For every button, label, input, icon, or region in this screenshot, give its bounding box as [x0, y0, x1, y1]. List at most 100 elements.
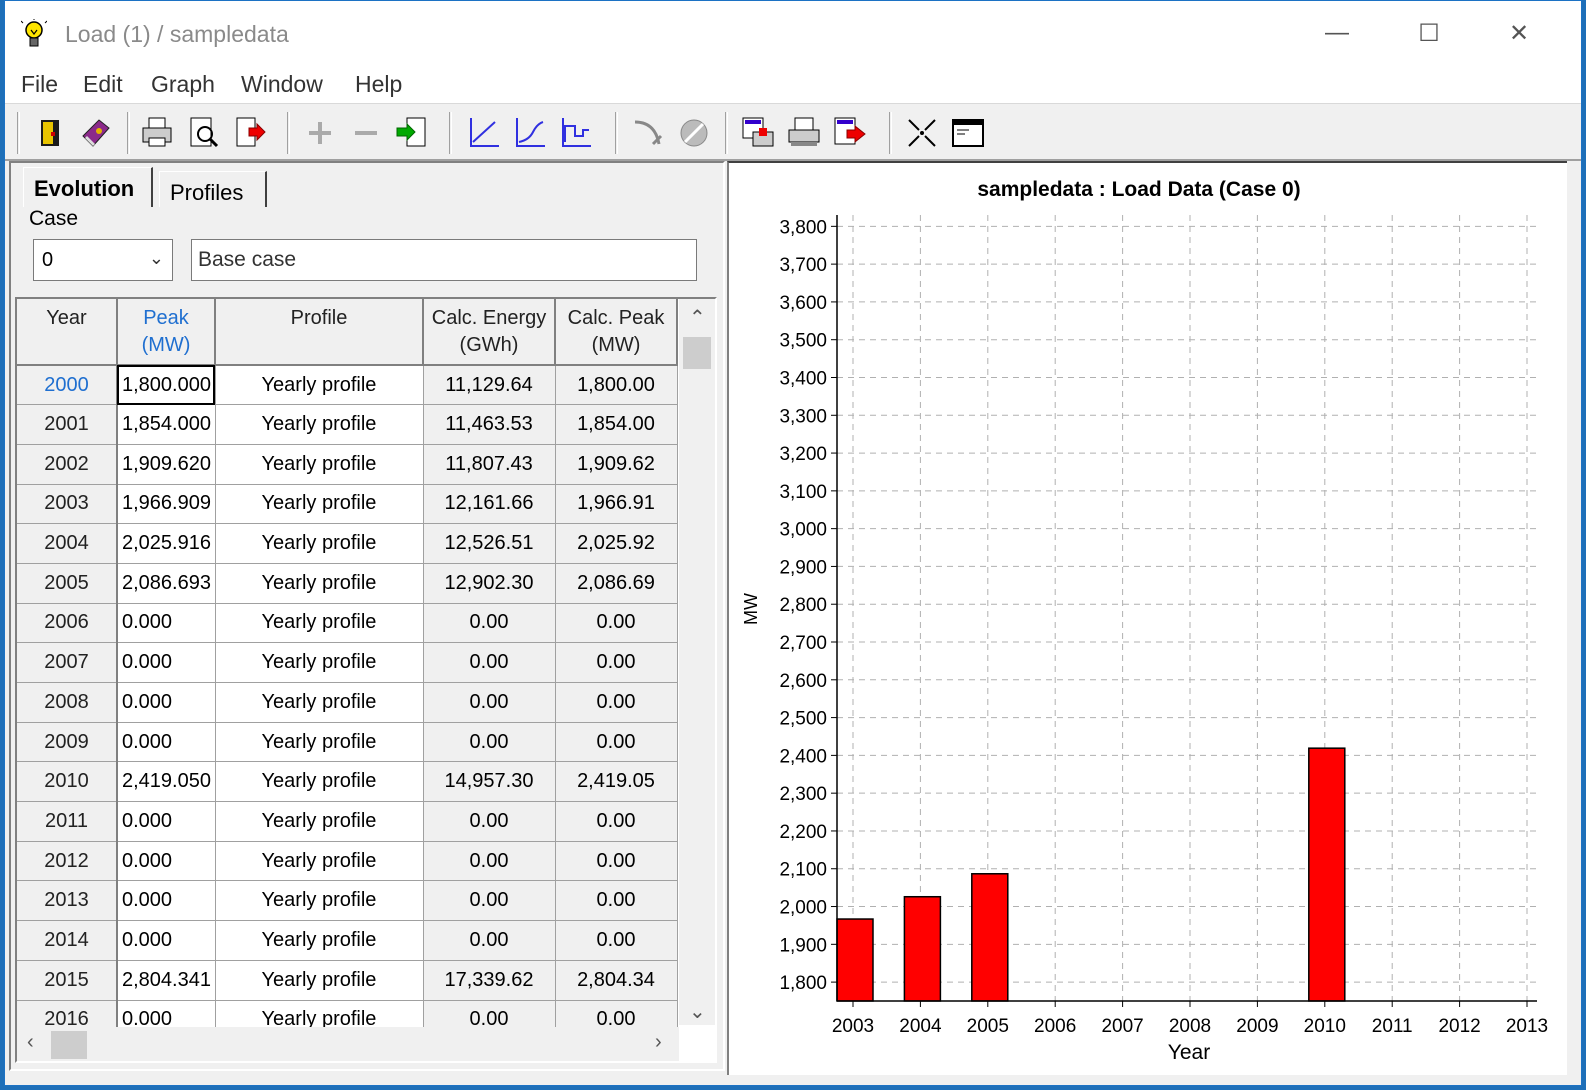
chart-bar[interactable]: [903, 895, 942, 1002]
table-row[interactable]: 2002 1,909.620 Yearly profile 11,807.43 1,90…: [17, 444, 678, 485]
tab-profiles[interactable]: Profiles: [159, 171, 267, 207]
printer-icon[interactable]: [785, 114, 823, 152]
menu-window[interactable]: Window: [241, 71, 323, 98]
header-calc-energy[interactable]: Calc. Energy (GWh): [423, 299, 556, 366]
table-row[interactable]: 2012 0.000 Yearly profile 0.00 0.00: [17, 841, 678, 882]
table-row[interactable]: 2001 1,854.000 Yearly profile 11,463.53 1,85…: [17, 404, 678, 445]
profile-cell[interactable]: Yearly profile: [215, 960, 424, 1001]
case-label: Case: [29, 207, 79, 230]
peak-cell[interactable]: 2,419.050: [117, 761, 216, 803]
area-graph-icon[interactable]: [511, 114, 549, 152]
profile-cell[interactable]: Yearly profile: [215, 682, 424, 723]
peak-cell[interactable]: 1,800.000: [117, 365, 216, 406]
table-row[interactable]: 2007 0.000 Yearly profile 0.00 0.00: [17, 642, 678, 683]
chart-bar[interactable]: [836, 918, 874, 1002]
profile-cell[interactable]: Yearly profile: [215, 563, 424, 604]
window-icon[interactable]: [949, 114, 987, 152]
profile-cell[interactable]: Yearly profile: [215, 801, 424, 842]
peak-cell[interactable]: 0.000: [117, 642, 216, 683]
profile-cell[interactable]: Yearly profile: [215, 603, 424, 644]
table-row[interactable]: 2013 0.000 Yearly profile 0.00 0.00: [17, 880, 678, 922]
scroll-down-icon[interactable]: ⌄: [689, 999, 706, 1024]
profile-cell[interactable]: Yearly profile: [215, 642, 424, 683]
import-icon[interactable]: [393, 114, 431, 152]
exit-icon[interactable]: [31, 114, 69, 152]
print-preview-icon[interactable]: [185, 114, 223, 152]
peak-cell[interactable]: 0.000: [117, 880, 216, 922]
horizontal-scroll-thumb[interactable]: [51, 1031, 87, 1059]
book-icon[interactable]: [77, 114, 115, 152]
print-icon[interactable]: [139, 114, 177, 152]
step-graph-icon[interactable]: [557, 114, 595, 152]
export-report-icon[interactable]: [831, 114, 869, 152]
export-icon[interactable]: [231, 114, 269, 152]
table-row[interactable]: 2014 0.000 Yearly profile 0.00 0.00: [17, 920, 678, 961]
vertical-scroll-thumb[interactable]: [683, 337, 711, 369]
calc-peak-cell: 0.00: [555, 880, 678, 922]
tab-evolution[interactable]: Evolution: [23, 167, 153, 207]
peak-cell[interactable]: 1,909.620: [117, 444, 216, 485]
header-profile[interactable]: Profile: [215, 299, 424, 366]
stop-icon[interactable]: [675, 114, 713, 152]
table-row[interactable]: 2004 2,025.916 Yearly profile 12,526.51 2,02…: [17, 523, 678, 564]
profile-cell[interactable]: Yearly profile: [215, 761, 424, 803]
maximize-button[interactable]: ☐: [1399, 13, 1459, 53]
menu-graph[interactable]: Graph: [151, 71, 215, 98]
profile-cell[interactable]: Yearly profile: [215, 404, 424, 445]
chart-axes: [836, 215, 1537, 1002]
case-description-field[interactable]: Base case: [191, 239, 697, 281]
chart-bar[interactable]: [971, 873, 1009, 1002]
minimize-button[interactable]: —: [1307, 13, 1367, 53]
table-row[interactable]: 2009 0.000 Yearly profile 0.00 0.00: [17, 722, 678, 763]
header-peak[interactable]: Peak (MW): [117, 299, 216, 366]
chart-bar[interactable]: [1308, 747, 1346, 1002]
peak-cell[interactable]: 0.000: [117, 801, 216, 842]
profile-cell[interactable]: Yearly profile: [215, 920, 424, 961]
profile-cell[interactable]: Yearly profile: [215, 722, 424, 763]
remove-icon[interactable]: [347, 114, 385, 152]
table-row[interactable]: 2015 2,804.341 Yearly profile 17,339.62 2,80…: [17, 960, 678, 1001]
peak-cell[interactable]: 0.000: [117, 722, 216, 763]
profile-cell[interactable]: Yearly profile: [215, 365, 424, 406]
scroll-right-icon[interactable]: ›: [655, 1031, 662, 1054]
close-button[interactable]: ✕: [1489, 13, 1549, 53]
expand-icon[interactable]: [903, 114, 941, 152]
profile-cell[interactable]: Yearly profile: [215, 484, 424, 525]
peak-cell[interactable]: 0.000: [117, 841, 216, 882]
profile-cell[interactable]: Yearly profile: [215, 444, 424, 485]
chevron-down-icon: ⌄: [148, 248, 164, 268]
add-icon[interactable]: [301, 114, 339, 152]
horizontal-scrollbar[interactable]: ‹ ›: [17, 1027, 679, 1061]
peak-cell[interactable]: 2,025.916: [117, 523, 216, 564]
peak-cell[interactable]: 2,804.341: [117, 960, 216, 1001]
scroll-up-icon[interactable]: ⌃: [689, 305, 706, 330]
header-year[interactable]: Year: [17, 299, 118, 366]
case-select[interactable]: 0 ⌄: [33, 239, 173, 281]
vertical-scrollbar[interactable]: ⌃ ⌄: [679, 299, 715, 1025]
menu-file[interactable]: File: [21, 71, 58, 98]
table-row[interactable]: 2000 1,800.000 Yearly profile 11,129.64 1,80…: [17, 365, 678, 406]
peak-cell[interactable]: 1,966.909: [117, 484, 216, 525]
table-row[interactable]: 2010 2,419.050 Yearly profile 14,957.30 2,41…: [17, 761, 678, 803]
peak-cell[interactable]: 0.000: [117, 603, 216, 644]
peak-cell[interactable]: 0.000: [117, 920, 216, 961]
chart-x-ticks: 2003 2004 2005 2006 2007 2008 2009 2010 2011 2012…: [832, 1001, 1548, 1037]
peak-cell[interactable]: 2,086.693: [117, 563, 216, 604]
header-calc-peak[interactable]: Calc. Peak (MW): [555, 299, 678, 366]
table-row[interactable]: 2006 0.000 Yearly profile 0.00 0.00: [17, 603, 678, 644]
table-row[interactable]: 2005 2,086.693 Yearly profile 12,902.30 2,08…: [17, 563, 678, 604]
print-report-icon[interactable]: [739, 114, 777, 152]
curve-icon[interactable]: [629, 114, 667, 152]
table-row[interactable]: 2003 1,966.909 Yearly profile 12,161.66 1,96…: [17, 484, 678, 525]
peak-cell[interactable]: 0.000: [117, 682, 216, 723]
profile-cell[interactable]: Yearly profile: [215, 841, 424, 882]
table-row[interactable]: 2008 0.000 Yearly profile 0.00 0.00: [17, 682, 678, 723]
line-graph-icon[interactable]: [465, 114, 503, 152]
peak-cell[interactable]: 1,854.000: [117, 404, 216, 445]
table-row[interactable]: 2011 0.000 Yearly profile 0.00 0.00: [17, 801, 678, 842]
menu-edit[interactable]: Edit: [83, 71, 123, 98]
profile-cell[interactable]: Yearly profile: [215, 880, 424, 922]
menu-help[interactable]: Help: [355, 71, 402, 98]
scroll-left-icon[interactable]: ‹: [27, 1031, 34, 1054]
profile-cell[interactable]: Yearly profile: [215, 523, 424, 564]
